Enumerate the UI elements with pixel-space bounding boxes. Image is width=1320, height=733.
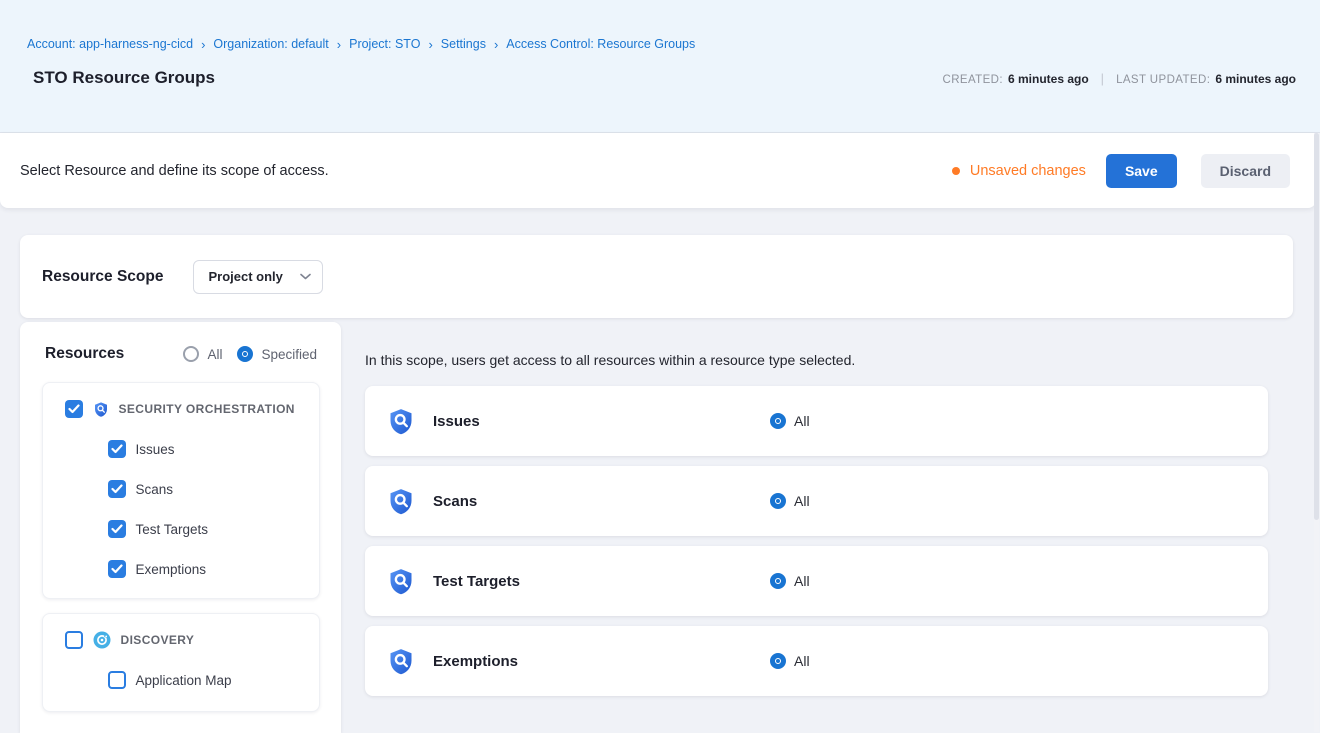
shield-search-icon [387, 487, 415, 516]
radio-specified-label: Specified [261, 347, 317, 362]
access-label: All [794, 493, 810, 509]
resource-type-card-exemptions: Exemptions All [365, 626, 1268, 696]
breadcrumb-account[interactable]: Account: app-harness-ng-cicd [27, 37, 193, 51]
access-radio-all[interactable]: All [770, 653, 810, 669]
chevron-down-icon [300, 273, 311, 280]
radio-all-label: All [207, 347, 222, 362]
page-header: Account: app-harness-ng-cicd › Organizat… [0, 0, 1320, 133]
scans-checkbox[interactable] [108, 480, 126, 498]
group-card-discovery: DISCOVERY Application Map [42, 613, 320, 712]
resource-type-card-test-targets: Test Targets All [365, 546, 1268, 616]
last-updated-value: 6 minutes ago [1215, 72, 1296, 86]
child-label: Issues [136, 442, 175, 457]
resource-scope-card: Resource Scope Project only [20, 235, 1293, 318]
page-title: STO Resource Groups [33, 68, 215, 88]
meta-divider: | [1101, 71, 1104, 86]
resource-checkbox-row-exemptions[interactable]: Exemptions [43, 560, 319, 578]
radio-selected-icon[interactable] [237, 346, 253, 362]
resource-type-label: Issues [433, 413, 480, 430]
breadcrumb-resource-groups[interactable]: Access Control: Resource Groups [506, 37, 695, 51]
header-meta: CREATED: 6 minutes ago | LAST UPDATED: 6… [942, 71, 1296, 86]
resource-type-card-issues: Issues All [365, 386, 1268, 456]
resource-type-label: Test Targets [433, 573, 520, 590]
breadcrumb-organization[interactable]: Organization: default [213, 37, 328, 51]
unsaved-changes-label: Unsaved changes [970, 163, 1086, 179]
issues-checkbox[interactable] [108, 440, 126, 458]
group-label: SECURITY ORCHESTRATION [119, 402, 295, 416]
resource-checkbox-row-test-targets[interactable]: Test Targets [43, 520, 319, 538]
child-label: Exemptions [136, 562, 207, 577]
resource-scope-selected-value: Project only [208, 269, 300, 284]
resource-checkbox-row-issues[interactable]: Issues [43, 440, 319, 458]
breadcrumb-settings[interactable]: Settings [441, 37, 486, 51]
breadcrumb-chevron-icon: › [201, 38, 205, 51]
discovery-checkbox[interactable] [65, 631, 83, 649]
access-radio-all[interactable]: All [770, 493, 810, 509]
security-orchestration-checkbox[interactable] [65, 400, 83, 418]
radio-unselected-icon[interactable] [183, 346, 199, 362]
access-label: All [794, 653, 810, 669]
exemptions-checkbox[interactable] [108, 560, 126, 578]
toolbar-description: Select Resource and define its scope of … [20, 163, 329, 179]
vertical-scrollbar[interactable] [1314, 133, 1319, 732]
resource-checkbox-row-application-map[interactable]: Application Map [43, 671, 319, 689]
content-area: Resource Scope Project only Resources Al… [0, 208, 1320, 733]
group-label: DISCOVERY [121, 633, 195, 647]
breadcrumb-project[interactable]: Project: STO [349, 37, 420, 51]
radio-selected-icon[interactable] [770, 573, 786, 589]
resource-scope-label: Resource Scope [42, 268, 163, 286]
save-button[interactable]: Save [1106, 154, 1177, 188]
shield-search-icon [93, 401, 109, 418]
radio-selected-icon[interactable] [770, 413, 786, 429]
resources-panel: Resources All Specified [20, 322, 341, 733]
radio-selected-icon[interactable] [770, 653, 786, 669]
resource-type-card-scans: Scans All [365, 466, 1268, 536]
breadcrumb-chevron-icon: › [494, 38, 498, 51]
resource-type-label: Scans [433, 493, 477, 510]
created-value: 6 minutes ago [1008, 72, 1089, 86]
resources-radio-all[interactable]: All [183, 346, 222, 362]
breadcrumb: Account: app-harness-ng-cicd › Organizat… [27, 0, 1296, 51]
scrollbar-thumb[interactable] [1314, 133, 1319, 520]
application-map-checkbox[interactable] [108, 671, 126, 689]
access-radio-all[interactable]: All [770, 413, 810, 429]
access-label: All [794, 413, 810, 429]
scope-description: In this scope, users get access to all r… [365, 352, 1320, 368]
radar-icon [93, 631, 111, 649]
main-area: In this scope, users get access to all r… [341, 322, 1320, 696]
unsaved-changes-indicator: Unsaved changes [952, 163, 1086, 179]
resources-title: Resources [45, 345, 168, 363]
shield-search-icon [387, 647, 415, 676]
resource-scope-select[interactable]: Project only [193, 260, 323, 294]
discard-button[interactable]: Discard [1201, 154, 1290, 188]
access-label: All [794, 573, 810, 589]
action-toolbar: Select Resource and define its scope of … [0, 133, 1316, 208]
last-updated-label: LAST UPDATED: [1116, 74, 1210, 86]
shield-search-icon [387, 407, 415, 436]
group-card-security-orchestration: SECURITY ORCHESTRATION Issues Scans [42, 382, 320, 599]
resource-type-label: Exemptions [433, 653, 518, 670]
child-label: Test Targets [136, 522, 209, 537]
unsaved-dot-icon [952, 167, 960, 175]
child-label: Scans [136, 482, 174, 497]
child-label: Application Map [136, 673, 232, 688]
radio-selected-icon[interactable] [770, 493, 786, 509]
shield-search-icon [387, 567, 415, 596]
resources-radio-specified[interactable]: Specified [237, 346, 317, 362]
access-radio-all[interactable]: All [770, 573, 810, 589]
created-label: CREATED: [942, 74, 1003, 86]
breadcrumb-chevron-icon: › [337, 38, 341, 51]
test-targets-checkbox[interactable] [108, 520, 126, 538]
breadcrumb-chevron-icon: › [428, 38, 432, 51]
resource-checkbox-row-scans[interactable]: Scans [43, 480, 319, 498]
